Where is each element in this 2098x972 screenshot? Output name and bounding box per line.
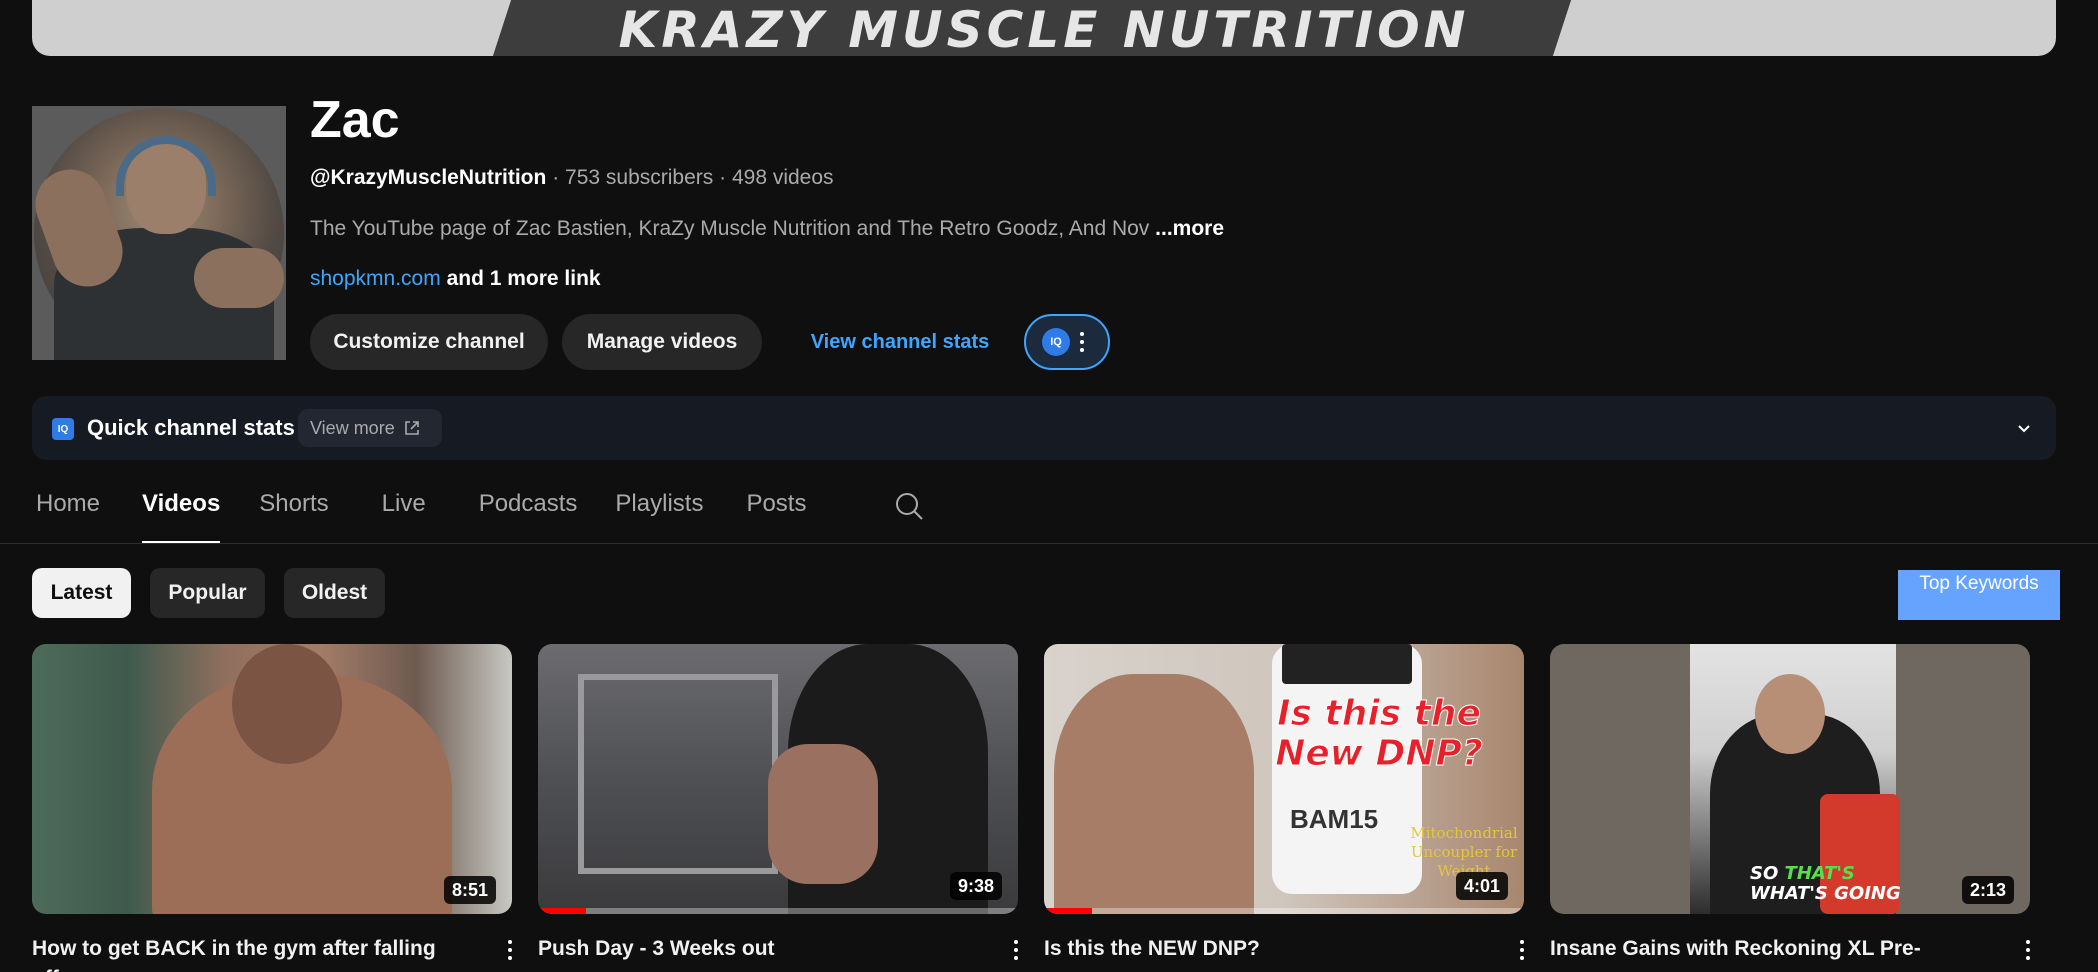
- thumbnail-caption: SO THAT'S WHAT'S GOING: [1750, 864, 1901, 904]
- video-card[interactable]: SO THAT'S WHAT'S GOING 2:13 Insane Gains…: [1550, 644, 2030, 960]
- avatar-headphones-shape: [116, 136, 216, 196]
- video-card[interactable]: Is this the New DNP? BAM15 Mitochondrial…: [1044, 644, 1524, 960]
- video-thumbnail[interactable]: 8:51: [32, 644, 512, 914]
- more-vert-icon: [1080, 332, 1084, 352]
- more-vert-icon[interactable]: [1014, 940, 1018, 960]
- more-vert-icon[interactable]: [2026, 940, 2030, 960]
- avatar-arm-shape-2: [194, 248, 284, 308]
- subscriber-count: 753 subscribers: [565, 166, 714, 189]
- tabs-divider: [0, 543, 2098, 544]
- video-thumbnail[interactable]: 9:38: [538, 644, 1018, 914]
- channel-banner: KRAZY MUSCLE NUTRITION: [32, 0, 2056, 56]
- tab-videos[interactable]: Videos: [142, 476, 221, 544]
- channel-handle: @KrazyMuscleNutrition: [310, 166, 547, 189]
- tab-playlists[interactable]: Playlists: [615, 476, 703, 544]
- meta-separator: ·: [719, 166, 727, 189]
- thumbnail-product: BAM15: [1290, 804, 1379, 834]
- external-link-icon: [403, 419, 421, 437]
- watch-progress-track: [538, 908, 1018, 914]
- avatar-image: [32, 108, 284, 360]
- video-thumbnail[interactable]: SO THAT'S WHAT'S GOING 2:13: [1550, 644, 2030, 914]
- description-more-link[interactable]: ...more: [1155, 217, 1224, 240]
- thumbnail-bottle-cap: [1282, 644, 1412, 684]
- iq-logo-icon: IQ: [52, 418, 74, 440]
- thumbnail-gym-rack: [578, 674, 778, 874]
- manage-videos-button[interactable]: Manage videos: [562, 314, 762, 370]
- quick-stats-title: Quick channel stats: [87, 415, 295, 440]
- search-icon[interactable]: [893, 490, 925, 522]
- video-title[interactable]: How to get BACK in the gym after falling…: [32, 934, 462, 972]
- view-channel-stats-button[interactable]: View channel stats: [790, 314, 1010, 370]
- channel-description[interactable]: The YouTube page of Zac Bastien, KraZy M…: [310, 216, 1224, 242]
- banner-text: KRAZY MUSCLE NUTRITION: [618, 1, 1470, 56]
- filter-latest-chip[interactable]: Latest: [32, 568, 131, 618]
- thumbnail-head: [232, 644, 342, 764]
- tab-podcasts[interactable]: Podcasts: [479, 476, 578, 544]
- video-count: 498 videos: [731, 166, 834, 189]
- view-more-button[interactable]: View more: [298, 409, 442, 447]
- tab-live[interactable]: Live: [382, 476, 426, 544]
- channel-meta: @KrazyMuscleNutrition · 753 subscribers …: [310, 165, 834, 191]
- tab-shorts[interactable]: Shorts: [259, 476, 328, 544]
- tab-posts[interactable]: Posts: [746, 476, 806, 544]
- video-duration: 4:01: [1455, 872, 1508, 900]
- channel-avatar[interactable]: [32, 106, 286, 360]
- watch-progress-bar: [538, 908, 586, 914]
- quick-channel-stats-bar[interactable]: IQ Quick channel stats View more: [32, 396, 2056, 460]
- caption-part: WHAT'S GOING: [1750, 883, 1901, 904]
- extension-menu-button[interactable]: IQ: [1024, 314, 1110, 370]
- more-vert-icon[interactable]: [1520, 940, 1524, 960]
- more-vert-icon[interactable]: [508, 940, 512, 960]
- video-duration: 9:38: [949, 872, 1002, 900]
- thumbnail-figure: [1054, 674, 1254, 914]
- video-title[interactable]: Push Day - 3 Weeks out: [538, 934, 968, 964]
- caption-part: THAT'S: [1784, 863, 1855, 884]
- video-duration: 2:13: [1961, 876, 2014, 904]
- video-title[interactable]: Is this the NEW DNP?: [1044, 934, 1474, 964]
- meta-separator: ·: [552, 166, 560, 189]
- more-links[interactable]: and 1 more link: [447, 267, 601, 290]
- thumbnail-headline: Is this the New DNP?: [1275, 693, 1484, 774]
- channel-link-url[interactable]: shopkmn.com: [310, 267, 441, 290]
- video-card[interactable]: 9:38 Push Day - 3 Weeks out: [538, 644, 1018, 960]
- channel-links[interactable]: shopkmn.com and 1 more link: [310, 266, 601, 292]
- top-keywords-button[interactable]: Top Keywords: [1898, 570, 2060, 620]
- watch-progress-track: [1044, 908, 1524, 914]
- thumbnail-face: [1755, 674, 1825, 754]
- channel-tabs: Home Videos Shorts Live Podcasts Playlis…: [36, 476, 806, 544]
- customize-channel-button[interactable]: Customize channel: [310, 314, 548, 370]
- video-title[interactable]: Insane Gains with Reckoning XL Pre-: [1550, 934, 1980, 964]
- caption-part: SO: [1750, 863, 1779, 884]
- video-duration: 8:51: [443, 876, 496, 904]
- video-card[interactable]: 8:51 How to get BACK in the gym after fa…: [32, 644, 512, 972]
- filter-popular-chip[interactable]: Popular: [150, 568, 265, 618]
- tab-home[interactable]: Home: [36, 476, 100, 544]
- chevron-down-icon[interactable]: [2012, 416, 2036, 440]
- filter-oldest-chip[interactable]: Oldest: [284, 568, 385, 618]
- description-text: The YouTube page of Zac Bastien, KraZy M…: [310, 217, 1150, 240]
- view-more-label: View more: [310, 417, 395, 438]
- thumbnail-arm: [768, 744, 878, 884]
- watch-progress-bar: [1044, 908, 1092, 914]
- channel-name: Zac: [310, 91, 400, 149]
- iq-logo-icon: IQ: [1042, 328, 1070, 356]
- video-thumbnail[interactable]: Is this the New DNP? BAM15 Mitochondrial…: [1044, 644, 1524, 914]
